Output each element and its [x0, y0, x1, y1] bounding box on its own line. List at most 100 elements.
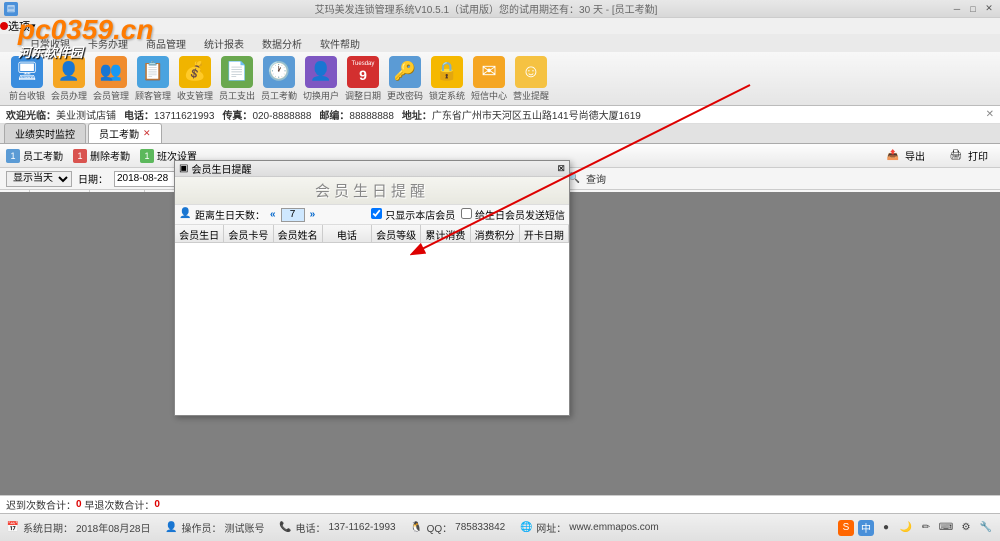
- dialog-th: 会员等级: [372, 225, 421, 242]
- tray-icon[interactable]: 🌙: [898, 520, 914, 536]
- toolbar-icon: 💰: [179, 56, 211, 88]
- toolbar-营业提醒[interactable]: ☺营业提醒: [510, 56, 552, 102]
- dialog-controls: 👤 距离生日天数： « » 只显示本店会员 给生日会员发送短信: [175, 205, 569, 225]
- app-icon: ▤: [4, 2, 18, 16]
- options-dropdown[interactable]: 选项▾: [0, 18, 1000, 34]
- toolbar-label: 顾客管理: [135, 89, 171, 102]
- dialog-th: 累计消费: [421, 225, 470, 242]
- infoline-close-icon[interactable]: ✕: [986, 109, 994, 120]
- toolbar-会员管理[interactable]: 👥会员管理: [90, 56, 132, 102]
- addr-label: 地址：: [402, 111, 432, 122]
- attendance-button[interactable]: 1员工考勤: [6, 148, 63, 163]
- fax-label: 传真：: [222, 111, 252, 122]
- tray-icon[interactable]: ✏: [918, 520, 934, 536]
- toolbar-收支管理[interactable]: 💰收支管理: [174, 56, 216, 102]
- prev-button[interactable]: «: [267, 209, 279, 220]
- toolbar-会员办理[interactable]: 👤会员办理: [48, 56, 90, 102]
- toolbar-label: 调整日期: [345, 89, 381, 102]
- dialog-titlebar[interactable]: ▣ 会员生日提醒 ⊠: [175, 161, 569, 177]
- tray-icon[interactable]: ⚙: [958, 520, 974, 536]
- print-button[interactable]: 🖨打印: [941, 145, 994, 167]
- toolbar-切换用户[interactable]: 👤切换用户: [300, 56, 342, 102]
- phone-icon: 📞: [279, 521, 293, 535]
- ime-zh-icon[interactable]: 中: [858, 520, 874, 536]
- toolbar-icon: 🔒: [431, 56, 463, 88]
- late-value: 0: [76, 499, 82, 510]
- birthday-reminder-dialog: ▣ 会员生日提醒 ⊠ 会员生日提醒 👤 距离生日天数： « » 只显示本店会员 …: [174, 160, 570, 416]
- menu-item[interactable]: 统计报表: [204, 36, 244, 51]
- toolbar-更改密码[interactable]: 🔑更改密码: [384, 56, 426, 102]
- toolbar-label: 前台收银: [9, 89, 45, 102]
- dialog-title: 会员生日提醒: [191, 161, 251, 176]
- toolbar-顾客管理[interactable]: 📋顾客管理: [132, 56, 174, 102]
- window-title: 艾玛美发连锁管理系统V10.5.1（试用版）您的试用期还有：30 天 - [员工…: [22, 1, 950, 16]
- minimize-button[interactable]: ─: [950, 3, 964, 15]
- delete-attendance-button[interactable]: 1删除考勤: [73, 148, 130, 163]
- days-label: 距离生日天数：: [195, 207, 265, 222]
- user-icon: 👤: [165, 521, 179, 535]
- toolbar-员工支出[interactable]: 📄员工支出: [216, 56, 258, 102]
- statusbar: 📅系统日期：2018年08月28日 👤操作员：测试账号 📞电话：137-1162…: [0, 513, 1000, 541]
- menu-item[interactable]: 商品管理: [146, 36, 186, 51]
- toolbar-label: 切换用户: [303, 89, 339, 102]
- close-button[interactable]: ✕: [982, 3, 996, 15]
- menu-item[interactable]: 软件帮助: [320, 36, 360, 51]
- toolbar-员工考勤[interactable]: 🕐员工考勤: [258, 56, 300, 102]
- post-value: 88888888: [349, 111, 394, 122]
- options-label: 选项: [8, 21, 30, 33]
- btn-label: 删除考勤: [90, 148, 130, 163]
- toolbar-label: 短信中心: [471, 89, 507, 102]
- toolbar-label: 营业提醒: [513, 89, 549, 102]
- red-dot-icon: [0, 22, 8, 30]
- person-icon: 👤: [179, 208, 193, 222]
- tab-label: 业绩实时监控: [15, 126, 75, 141]
- chk-label: 只显示本店会员: [385, 211, 455, 222]
- tab-attendance[interactable]: 员工考勤✕: [88, 123, 162, 143]
- dialog-close-icon[interactable]: ⊠: [557, 163, 565, 174]
- toolbar-icon: 📄: [221, 56, 253, 88]
- toolbar-锁定系统[interactable]: 🔒锁定系统: [426, 56, 468, 102]
- dialog-th: 电话: [323, 225, 372, 242]
- tray-icon[interactable]: ⌨: [938, 520, 954, 536]
- qq-icon: 🐧: [410, 521, 424, 535]
- toolbar-icon: 👥: [95, 56, 127, 88]
- tray-icon[interactable]: 🔧: [978, 520, 994, 536]
- toolbar-icon: 🔑: [389, 56, 421, 88]
- export-icon: 📤: [884, 147, 902, 165]
- search-button[interactable]: 查询: [586, 171, 606, 186]
- print-icon: 🖨: [947, 147, 965, 165]
- export-button[interactable]: 📤导出: [878, 145, 931, 167]
- addr-value: 广东省广州市天河区五山路141号尚德大厦1619: [432, 111, 641, 122]
- next-button[interactable]: »: [307, 209, 319, 220]
- toolbar-label: 会员办理: [51, 89, 87, 102]
- late-label: 迟到次数合计：: [6, 497, 76, 512]
- toolbar-短信中心[interactable]: ✉短信中心: [468, 56, 510, 102]
- early-label: 早退次数合计：: [84, 497, 154, 512]
- toolbar-调整日期[interactable]: Tuesday9调整日期: [342, 56, 384, 102]
- maximize-button[interactable]: □: [966, 3, 980, 15]
- fax-value: 020-8888888: [252, 111, 311, 122]
- status-site[interactable]: 🌐网址：www.emmapos.com: [519, 520, 658, 535]
- toolbar-label: 员工考勤: [261, 89, 297, 102]
- tray-icon[interactable]: ●: [878, 520, 894, 536]
- toolbar-icon: ☺: [515, 56, 547, 88]
- menu-item[interactable]: 日常收银: [30, 36, 70, 51]
- days-input[interactable]: [281, 208, 305, 222]
- menu-item[interactable]: 数据分析: [262, 36, 302, 51]
- only-this-store-checkbox[interactable]: 只显示本店会员: [371, 207, 455, 222]
- btn-label: 导出: [905, 148, 925, 163]
- display-select[interactable]: 显示当天: [6, 171, 72, 187]
- menu-item[interactable]: 卡务办理: [88, 36, 128, 51]
- send-sms-checkbox[interactable]: 给生日会员发送短信: [461, 207, 565, 222]
- dialog-table-header: 会员生日会员卡号会员姓名电话会员等级累计消费消费积分开卡日期: [175, 225, 569, 243]
- dialog-icon: ▣: [179, 163, 188, 174]
- tab-monitor[interactable]: 业绩实时监控: [4, 123, 86, 143]
- main-toolbar: 🖥前台收银👤会员办理👥会员管理📋顾客管理💰收支管理📄员工支出🕐员工考勤👤切换用户…: [0, 52, 1000, 106]
- ime-sogou-icon[interactable]: S: [838, 520, 854, 536]
- summary-row: 迟到次数合计：0 早退次数合计：0: [0, 495, 1000, 513]
- toolbar-前台收银[interactable]: 🖥前台收银: [6, 56, 48, 102]
- tab-close-icon[interactable]: ✕: [143, 128, 151, 139]
- status-operator: 👤操作员：测试账号: [165, 520, 265, 535]
- date-label: 日期：: [78, 171, 108, 186]
- status-tel: 📞电话：137-1162-1993: [279, 520, 396, 535]
